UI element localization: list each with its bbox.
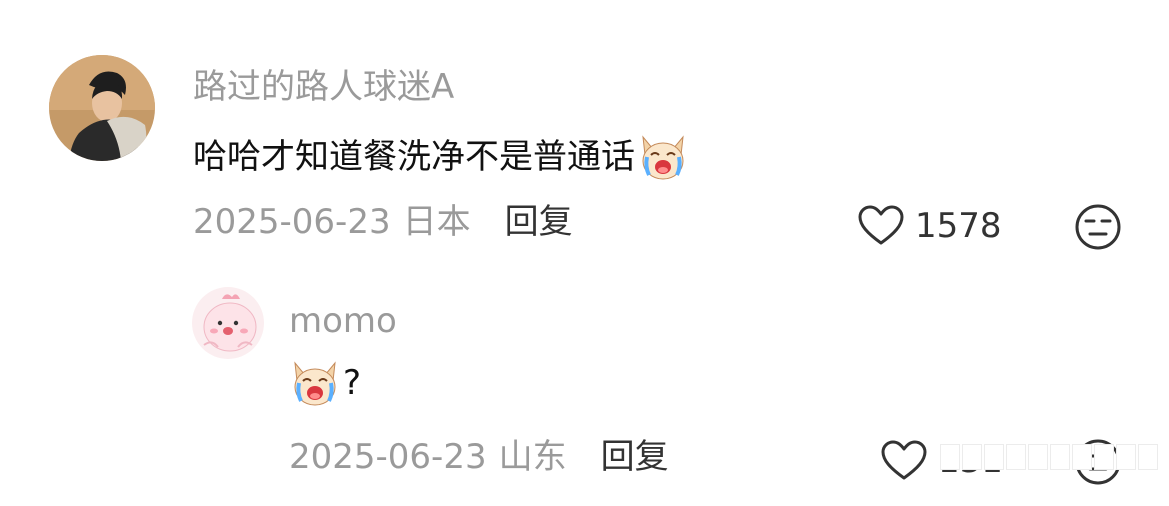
avatar-illustration bbox=[192, 287, 264, 359]
reply-avatar[interactable] bbox=[192, 287, 264, 359]
reply-date: 2025-06-23 bbox=[289, 437, 487, 477]
avatar-photo bbox=[49, 55, 155, 161]
reply-meta: 2025-06-23 山东 回复 bbox=[289, 440, 669, 474]
reply-location: 山东 bbox=[498, 437, 567, 477]
watermark-overlay bbox=[940, 444, 1158, 470]
like-button[interactable]: 1578 bbox=[857, 205, 1002, 247]
comment-date: 2025-06-23 bbox=[193, 202, 391, 242]
reply-text: ? bbox=[343, 363, 362, 403]
reply-reply-button[interactable]: 回复 bbox=[601, 440, 669, 474]
comment-text: 哈哈才知道餐洗净不是普通话 bbox=[193, 137, 635, 177]
reply-content: ? bbox=[289, 359, 361, 407]
reply-button[interactable]: 回复 bbox=[505, 205, 573, 239]
neutral-face-icon[interactable] bbox=[1074, 203, 1122, 251]
comment-content: 哈哈才知道餐洗净不是普通话 bbox=[193, 133, 689, 181]
commenter-username[interactable]: 路过的路人球迷A bbox=[193, 70, 454, 104]
crying-dog-emoji bbox=[637, 133, 689, 181]
heart-icon bbox=[857, 205, 905, 247]
comment-meta: 2025-06-23 日本 回复 bbox=[193, 205, 573, 239]
commenter-avatar[interactable] bbox=[49, 55, 155, 161]
crying-dog-emoji bbox=[289, 359, 341, 407]
reply-username[interactable]: momo bbox=[289, 304, 397, 338]
comment-location: 日本 bbox=[402, 202, 471, 242]
heart-icon bbox=[880, 440, 928, 482]
like-count: 1578 bbox=[915, 206, 1002, 246]
